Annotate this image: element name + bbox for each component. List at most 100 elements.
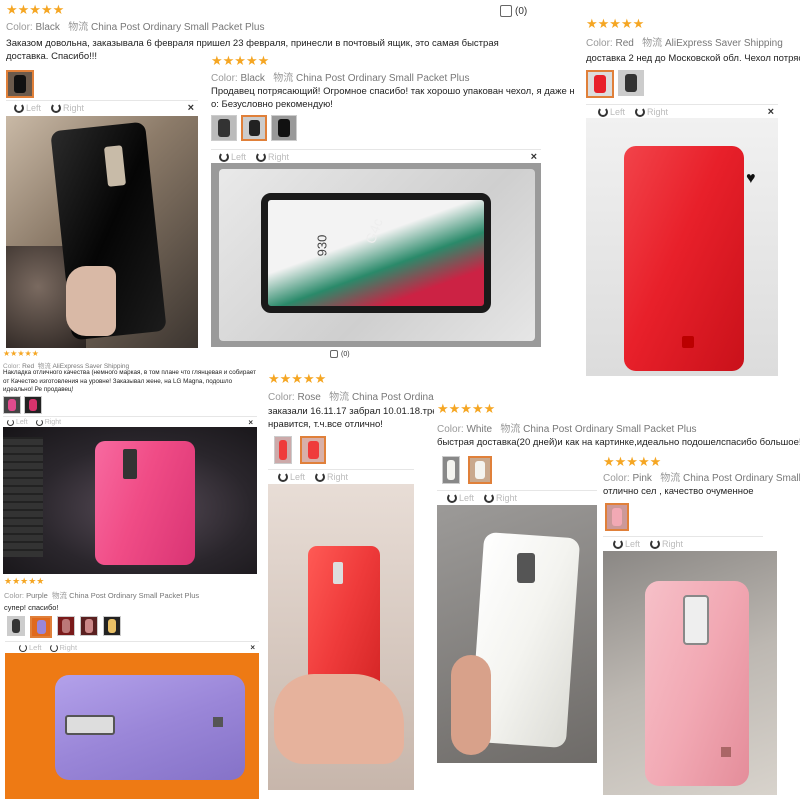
photo-thumbnail[interactable] — [586, 70, 614, 98]
photo-thumbnail[interactable] — [605, 503, 629, 531]
rotate-right-label[interactable]: Right — [45, 419, 61, 426]
photo-thumbnail[interactable] — [618, 70, 644, 96]
photo-thumbnail[interactable] — [274, 436, 292, 464]
photo-thumbnail[interactable] — [80, 616, 98, 636]
review-photo — [437, 505, 597, 763]
photo-viewer-toolbar: Left Right — [268, 469, 414, 484]
rotate-left-icon[interactable] — [7, 418, 14, 426]
rating-stars: ★★★★★ — [268, 371, 327, 386]
photo-thumbnail[interactable] — [24, 396, 42, 414]
photo-thumbnail[interactable] — [468, 456, 492, 484]
close-viewer-button[interactable]: × — [768, 106, 774, 118]
rotate-left-icon[interactable] — [19, 643, 27, 652]
rotate-right-icon[interactable] — [635, 107, 646, 117]
rotate-right-icon[interactable] — [49, 643, 58, 652]
rotate-right-label[interactable]: Right — [63, 103, 84, 113]
rotate-right-label[interactable]: Right — [647, 107, 668, 117]
rotate-right-label[interactable]: Right — [327, 472, 348, 482]
rating-stars: ★★★★★ — [6, 2, 65, 17]
shipping-method: China Post Ordinary Small Packet Plus — [523, 424, 697, 435]
close-viewer-button[interactable]: × — [188, 102, 194, 114]
close-viewer-button[interactable]: × — [531, 151, 537, 163]
thumbnail-strip — [211, 115, 297, 141]
rotate-right-icon[interactable] — [35, 418, 43, 426]
like-count: (0) — [341, 350, 350, 358]
rotate-left-icon[interactable] — [219, 152, 229, 162]
laptop-keyboard — [3, 437, 43, 557]
rotate-left-label[interactable]: Left — [625, 539, 640, 549]
color-value: Pink — [632, 473, 652, 484]
thumbs-up-icon[interactable] — [330, 350, 338, 358]
photo-thumbnail[interactable] — [442, 456, 460, 484]
speaker-grille — [682, 336, 694, 348]
shipping-method: China Post Ordinary Small Packet Plus — [69, 591, 200, 600]
color-value: Black — [240, 73, 265, 84]
rotate-right-label[interactable]: Right — [496, 493, 517, 503]
review-photo: ♥ — [586, 118, 778, 376]
rotate-right-label[interactable]: Right — [662, 539, 683, 549]
camera-window — [123, 449, 137, 479]
photo-thumbnail[interactable] — [103, 616, 121, 636]
review-text: отлично сел , качество очуменное — [603, 486, 754, 497]
rotate-left-label[interactable]: Left — [16, 419, 28, 426]
review-photo: G4c 930 — [211, 163, 541, 347]
review-photo — [268, 484, 414, 790]
rotate-left-icon[interactable] — [14, 103, 24, 113]
like-button[interactable]: (0) — [330, 350, 350, 358]
rotate-left-icon[interactable] — [278, 472, 288, 482]
rotate-right-icon[interactable] — [256, 152, 267, 162]
close-viewer-button[interactable]: × — [250, 643, 255, 652]
review-text: супер! спасибо! — [4, 603, 59, 612]
thumbnail-strip — [3, 396, 42, 414]
photo-thumbnail[interactable] — [7, 616, 25, 636]
rating-stars: ★★★★★ — [211, 53, 270, 68]
thumbnail-strip — [7, 616, 121, 638]
photo-viewer-toolbar: Left Right × — [211, 149, 541, 164]
review-text: заказали 16.11.17 забрал 10.01.18.тре нр… — [268, 406, 434, 430]
review-photo — [3, 427, 257, 574]
rotate-left-label[interactable]: Left — [231, 152, 246, 162]
photo-viewer-toolbar: Left Right × — [5, 641, 259, 653]
photo-viewer-toolbar: Left Right × — [586, 104, 778, 119]
rotate-left-icon[interactable] — [598, 107, 608, 117]
review-card-2: ★★★★★ Color: Black 物流 China Post Ordinar… — [207, 52, 575, 362]
review-meta: Color: White 物流 China Post Ordinary Smal… — [437, 424, 697, 435]
rotate-right-icon[interactable] — [484, 493, 495, 503]
rotate-right-icon[interactable] — [315, 472, 326, 482]
rotate-left-icon[interactable] — [613, 539, 623, 549]
photo-thumbnail[interactable] — [241, 115, 267, 141]
rating-stars: ★★★★★ — [603, 454, 662, 469]
rotate-right-icon[interactable] — [650, 539, 661, 549]
thumbnail-strip — [586, 70, 644, 98]
review-card-8: ★★★★★ Color: Pink 物流 China Post Ordinary… — [600, 453, 800, 798]
thumbnail-strip — [274, 436, 326, 464]
rotate-left-label[interactable]: Left — [29, 643, 42, 652]
thumbs-up-icon[interactable] — [500, 5, 512, 17]
rotate-right-label[interactable]: Right — [60, 643, 78, 652]
rotate-left-label[interactable]: Left — [459, 493, 474, 503]
rating-stars: ★★★★★ — [3, 349, 39, 358]
hand — [274, 674, 404, 764]
rotate-left-icon[interactable] — [447, 493, 457, 503]
rotate-right-icon[interactable] — [51, 103, 62, 113]
photo-thumbnail[interactable] — [271, 115, 297, 141]
rotate-left-label[interactable]: Left — [610, 107, 625, 117]
photo-thumbnail[interactable] — [300, 436, 326, 464]
photo-viewer-toolbar: Left Right — [603, 536, 763, 551]
rotate-right-label[interactable]: Right — [268, 152, 289, 162]
box-number: 930 — [314, 234, 330, 257]
camera-window — [683, 595, 709, 645]
rating-stars: ★★★★★ — [586, 16, 645, 31]
photo-thumbnail[interactable] — [30, 616, 52, 638]
close-viewer-button[interactable]: × — [248, 418, 253, 427]
photo-thumbnail[interactable] — [211, 115, 237, 141]
rotate-left-label[interactable]: Left — [290, 472, 305, 482]
photo-thumbnail[interactable] — [3, 396, 21, 414]
shipping-method: China Post Ordinary Small Packet Plus — [351, 392, 434, 403]
photo-thumbnail[interactable] — [6, 70, 34, 98]
like-button[interactable]: (0) — [500, 5, 527, 17]
rotate-left-label[interactable]: Left — [26, 103, 41, 113]
review-text: Продавец потрясающий! Огромное спасибо! … — [211, 86, 575, 110]
review-meta: Color: Pink 物流 China Post Ordinary Small… — [603, 469, 800, 484]
photo-thumbnail[interactable] — [57, 616, 75, 636]
